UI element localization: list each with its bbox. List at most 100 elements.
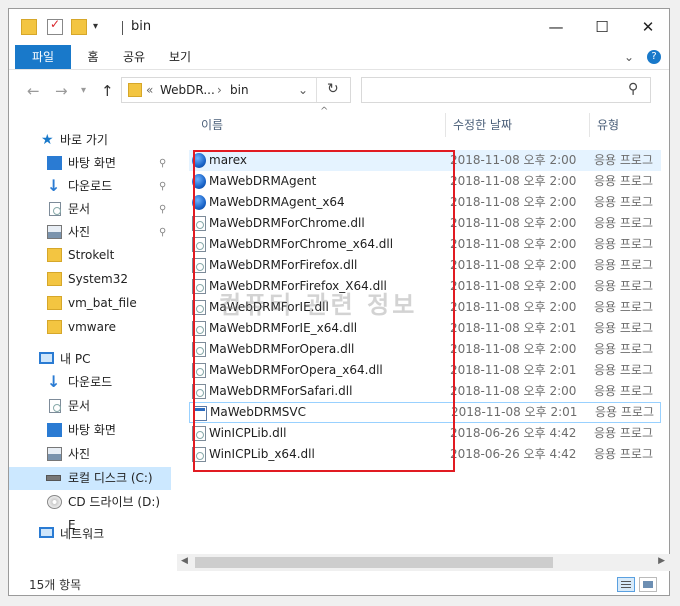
file-row[interactable]: MaWebDRMForChrome.dll 2018-11-08 오후 2:00 응… [189, 213, 661, 234]
sidebar-network[interactable]: 네트워크 [9, 523, 171, 546]
new-folder-icon[interactable] [71, 19, 87, 35]
sidebar-item-label: 네트워크 [60, 527, 105, 541]
file-type: 응용 프로그 [594, 258, 654, 272]
file-row[interactable]: MaWebDRMAgent 2018-11-08 오후 2:00 응용 프로그 [189, 171, 661, 192]
dll-icon [192, 426, 206, 441]
tab-home[interactable]: 홈 [81, 45, 105, 69]
customize-toolbar-icon[interactable]: ▾ [93, 21, 109, 37]
file-row[interactable]: MaWebDRMAgent_x64 2018-11-08 오후 2:00 응용 프로… [189, 192, 661, 213]
sidebar-item-documents[interactable]: 문서 ⚲ [9, 198, 171, 221]
column-divider[interactable] [589, 113, 590, 137]
file-type: 응용 프로그 [594, 342, 654, 356]
file-row[interactable]: marex 2018-11-08 오후 2:00 응용 프로그 [189, 150, 661, 171]
file-date: 2018-11-08 오후 2:01 [450, 363, 577, 377]
close-button[interactable]: ✕ [625, 9, 671, 45]
file-row[interactable]: MaWebDRMForOpera_x64.dll 2018-11-08 오후 2:… [189, 360, 661, 381]
sidebar-item-local-disk[interactable]: 로컬 디스크 (C:) [9, 467, 171, 490]
properties-icon[interactable]: ✓ [47, 17, 63, 35]
file-row[interactable]: MaWebDRMForChrome_x64.dll 2018-11-08 오후 2… [189, 234, 661, 255]
folder-icon [128, 83, 142, 97]
recent-locations-icon[interactable]: ▾ [81, 85, 86, 96]
status-bar: 15개 항목 [9, 573, 669, 595]
file-type: 응용 프로그 [594, 447, 654, 461]
file-row[interactable]: MaWebDRMForIE_x64.dll 2018-11-08 오후 2:01 응… [189, 318, 661, 339]
sidebar-item-vm-bat-file[interactable]: vm_bat_file [9, 292, 171, 315]
maximize-button[interactable]: ☐ [579, 9, 625, 45]
column-header-date[interactable]: 수정한 날짜 [453, 116, 512, 133]
file-date: 2018-11-08 오후 2:00 [450, 279, 577, 293]
details-view-button[interactable] [617, 577, 635, 592]
file-name: MaWebDRMForChrome.dll [209, 216, 365, 230]
file-date: 2018-11-08 오후 2:00 [450, 216, 577, 230]
sidebar-item-pictures[interactable]: 사진 ⚲ [9, 221, 171, 244]
breadcrumb-webdrm[interactable]: WebDR... [160, 83, 215, 97]
file-row[interactable]: MaWebDRMForFirefox.dll 2018-11-08 오후 2:00… [189, 255, 661, 276]
address-dropdown-icon[interactable]: ⌄ [298, 83, 308, 97]
sidebar-item-label: 바탕 화면 [68, 423, 116, 437]
search-input[interactable]: ⚲ [361, 77, 651, 103]
sidebar-item-label: Strokelt [68, 248, 115, 262]
sidebar-item-label: 로컬 디스크 (C:) [68, 471, 153, 485]
file-date: 2018-11-08 오후 2:00 [450, 300, 577, 314]
scroll-left-icon[interactable]: ◀ [181, 556, 188, 566]
sidebar-item-pc-pictures[interactable]: 사진 [9, 443, 171, 466]
sidebar-item-label: 바로 가기 [60, 133, 108, 147]
sidebar-item-label: 다운로드 [68, 179, 113, 193]
file-date: 2018-11-08 오후 2:00 [450, 153, 577, 167]
sidebar-item-pc-documents[interactable]: 문서 [9, 395, 171, 418]
help-icon[interactable]: ? [647, 50, 661, 64]
sidebar-this-pc[interactable]: 내 PC [9, 348, 171, 371]
scrollbar-thumb[interactable] [195, 557, 553, 568]
file-name: MaWebDRMAgent_x64 [209, 195, 345, 209]
file-row[interactable]: WinICPLib_x64.dll 2018-06-26 오후 4:42 응용 프로… [189, 444, 661, 465]
file-type: 응용 프로그 [594, 279, 654, 293]
sidebar-item-pc-downloads[interactable]: ↓ 다운로드 [9, 371, 171, 394]
globe-icon [192, 174, 206, 189]
breadcrumb-bin[interactable]: bin [230, 83, 249, 97]
sidebar-item-vmware[interactable]: vmware [9, 316, 171, 339]
file-date: 2018-06-26 오후 4:42 [450, 447, 577, 461]
title-divider [122, 21, 123, 35]
desktop-icon [47, 156, 62, 170]
column-divider[interactable] [445, 113, 446, 137]
up-button[interactable]: ↑ [101, 82, 114, 100]
file-date: 2018-11-08 오후 2:01 [451, 405, 578, 419]
sidebar-item-desktop[interactable]: 바탕 화면 ⚲ [9, 152, 171, 175]
sidebar-item-pc-desktop[interactable]: 바탕 화면 [9, 419, 171, 442]
refresh-icon[interactable]: ↻ [327, 81, 339, 97]
dll-icon [192, 279, 206, 294]
sidebar-quick-access[interactable]: ★ 바로 가기 [9, 129, 171, 152]
breadcrumb-overflow[interactable]: « [146, 83, 153, 97]
scroll-right-icon[interactable]: ▶ [658, 556, 665, 566]
sidebar-item-cd-drive[interactable]: CD 드라이브 (D:) E [9, 491, 171, 532]
file-row[interactable]: MaWebDRMForOpera.dll 2018-11-08 오후 2:00 응용… [189, 339, 661, 360]
dll-icon [192, 363, 206, 378]
file-row[interactable]: MaWebDRMSVC 2018-11-08 오후 2:01 응용 프로그 [189, 402, 661, 423]
address-bar[interactable]: « WebDR... › bin ⌄ ↻ [121, 77, 351, 103]
file-name: MaWebDRMAgent [209, 174, 317, 188]
file-type: 응용 프로그 [594, 321, 654, 335]
ribbon-expand-icon[interactable]: ⌄ [621, 45, 637, 69]
column-header-name[interactable]: 이름 [201, 116, 223, 133]
file-row[interactable]: MaWebDRMForSafari.dll 2018-11-08 오후 2:00 응… [189, 381, 661, 402]
file-type: 응용 프로그 [594, 153, 654, 167]
pictures-icon [47, 447, 62, 461]
window-title: bin [131, 19, 152, 34]
back-button[interactable]: ← [27, 82, 40, 100]
computer-icon [39, 352, 54, 364]
tab-view[interactable]: 보기 [165, 45, 195, 69]
column-header-type[interactable]: 유형 [597, 116, 619, 133]
tab-share[interactable]: 공유 [119, 45, 149, 69]
horizontal-scrollbar[interactable]: ◀ ▶ [177, 554, 671, 571]
breadcrumb-separator[interactable]: › [217, 83, 222, 97]
sidebar-item-downloads[interactable]: ↓ 다운로드 ⚲ [9, 175, 171, 198]
sidebar-item-system32[interactable]: System32 [9, 268, 171, 291]
download-icon: ↓ [47, 176, 61, 195]
forward-button[interactable]: → [55, 82, 68, 100]
tab-file[interactable]: 파일 [15, 45, 71, 69]
search-icon[interactable]: ⚲ [628, 81, 638, 97]
file-row[interactable]: WinICPLib.dll 2018-06-26 오후 4:42 응용 프로그 [189, 423, 661, 444]
sidebar-item-strokelt[interactable]: Strokelt [9, 244, 171, 267]
large-icons-view-button[interactable] [639, 577, 657, 592]
minimize-button[interactable]: — [533, 9, 579, 45]
